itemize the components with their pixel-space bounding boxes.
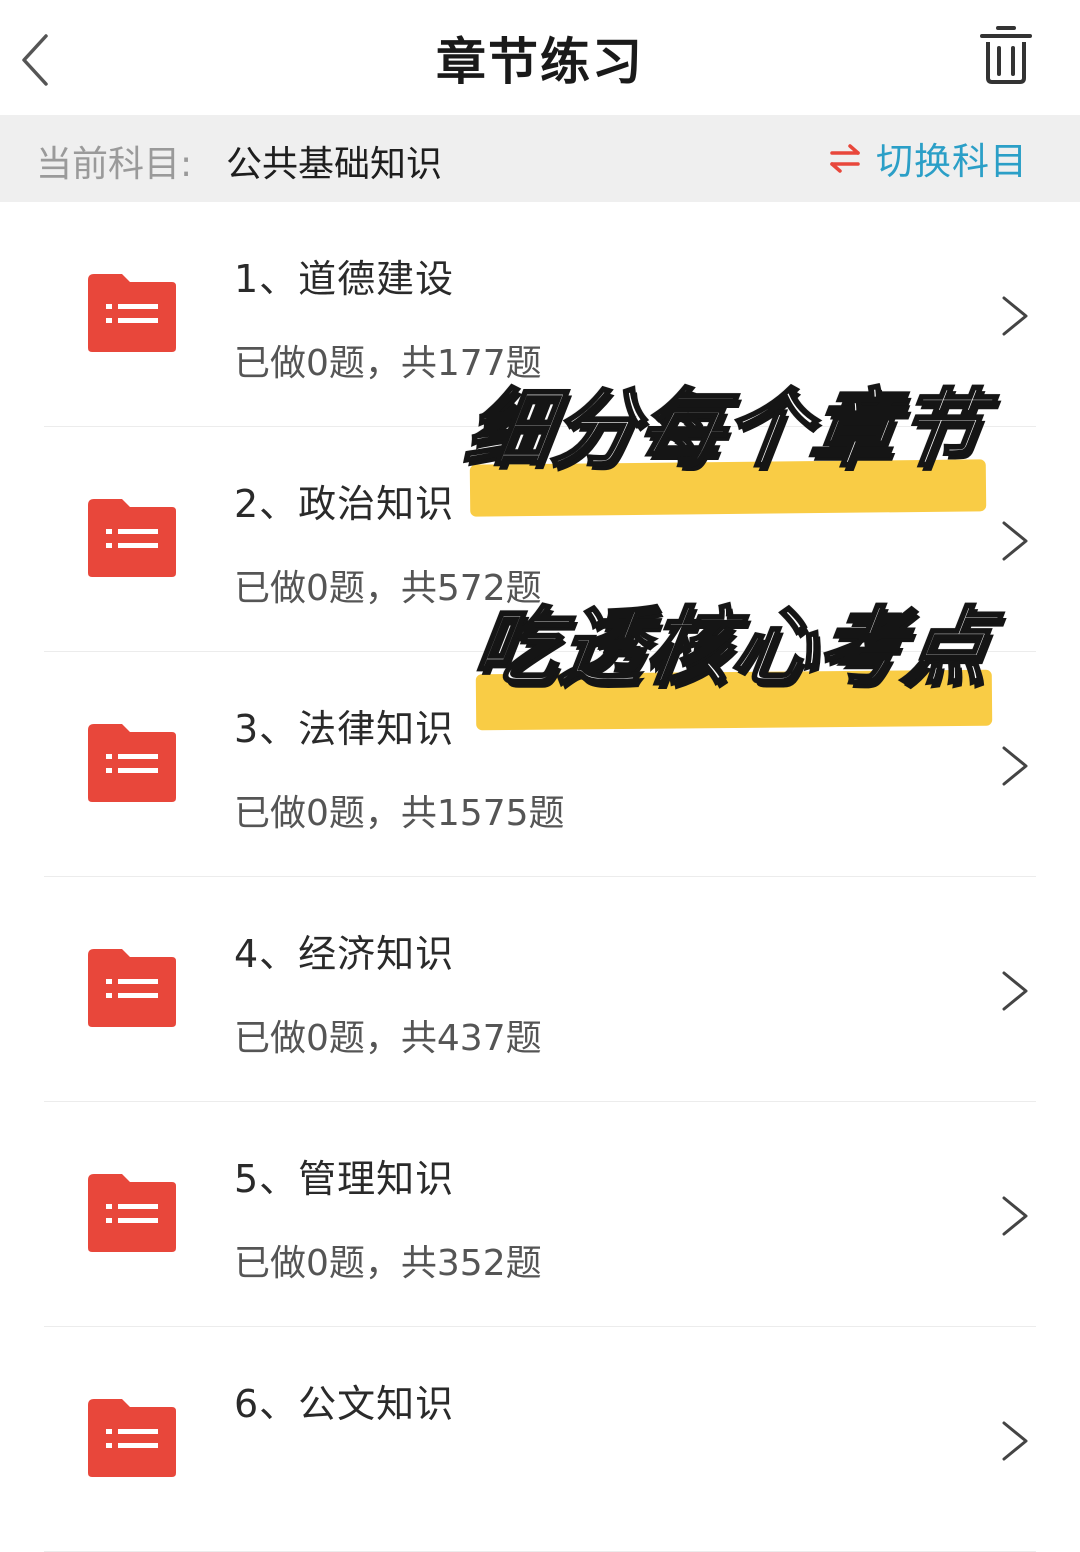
folder-list-icon [88,724,176,802]
chevron-right-icon [1002,1421,1028,1461]
chevron-right-icon [1002,296,1028,336]
switch-subject-label: 切换科目 [876,140,1028,183]
chapter-stats: 已做0题，共1575题 [234,793,565,834]
folder-list-icon [88,1399,176,1477]
delete-button[interactable] [978,24,1034,86]
chevron-right-icon [1002,971,1028,1011]
chapter-item[interactable]: 5、管理知识 已做0题，共352题 [0,1102,1080,1327]
chapter-title: 4、经济知识 [234,932,455,976]
chapter-item[interactable]: 2、政治知识 已做0题，共572题 [0,427,1080,652]
chapter-title: 5、管理知识 [234,1157,455,1201]
folder-list-icon [88,1174,176,1252]
chapter-title: 3、法律知识 [234,707,455,751]
chapter-title: 6、公文知识 [234,1382,455,1426]
chapter-item[interactable]: 3、法律知识 已做0题，共1575题 [0,652,1080,877]
swap-arrows-icon [830,144,860,173]
header: 章节练习 [0,0,1080,115]
chapter-item[interactable]: 1、道德建设 已做0题，共177题 [0,202,1080,427]
chapter-stats: 已做0题，共572题 [234,568,542,609]
subject-label: 当前科目: [36,144,193,185]
subject-bar: 当前科目: 公共基础知识 切换科目 [0,115,1080,202]
page-title: 章节练习 [436,33,644,91]
chapter-title: 2、政治知识 [234,482,455,526]
chapter-stats: 已做0题，共177题 [234,343,542,384]
chapter-stats: 已做0题，共437题 [234,1018,542,1059]
chapter-list: 1、道德建设 已做0题，共177题 2、政治知识 已做0题，共572题 3、法律… [0,202,1080,1552]
trash-icon [980,26,1032,84]
chapter-stats: 已做0题，共352题 [234,1243,542,1284]
folder-list-icon [88,949,176,1027]
chevron-right-icon [1002,1196,1028,1236]
folder-list-icon [88,499,176,577]
chapter-item[interactable]: 4、经济知识 已做0题，共437题 [0,877,1080,1102]
chevron-right-icon [1002,746,1028,786]
chevron-right-icon [1002,521,1028,561]
folder-list-icon [88,274,176,352]
switch-subject-button[interactable]: 切换科目 [828,131,1028,185]
subject-value: 公共基础知识 [226,144,443,185]
chapter-title: 1、道德建设 [234,257,455,301]
